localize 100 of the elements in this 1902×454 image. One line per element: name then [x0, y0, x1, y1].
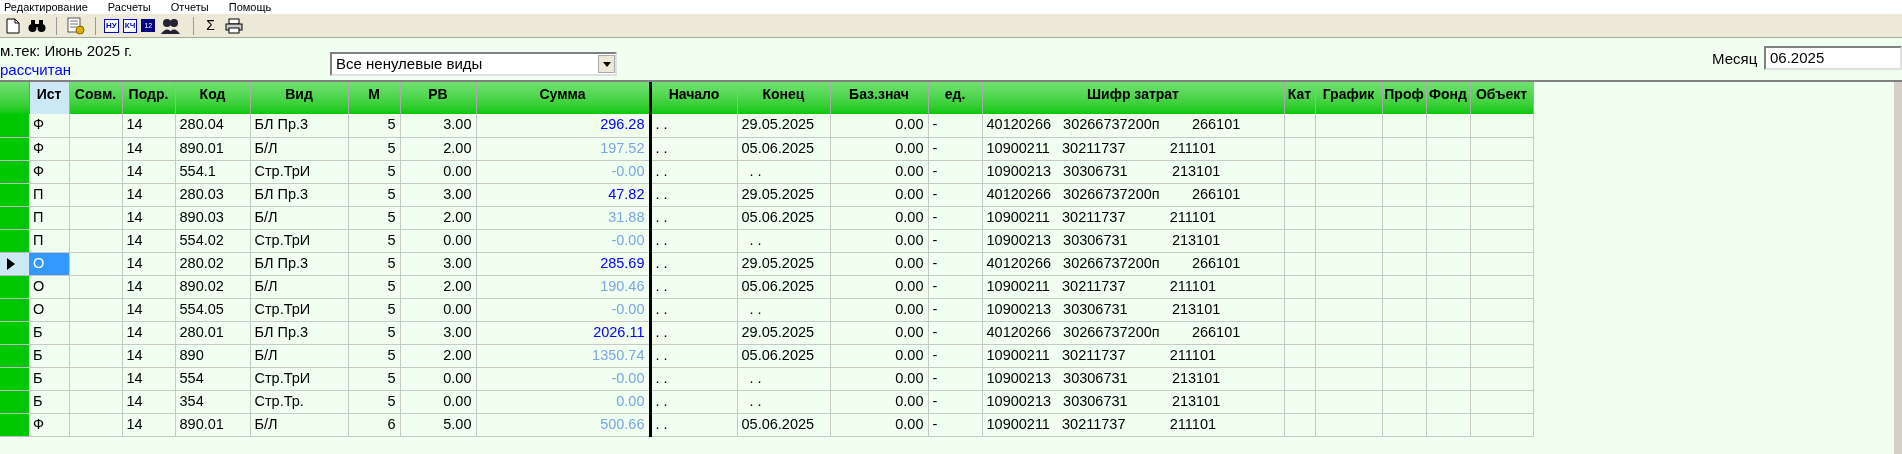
row-indicator[interactable] — [0, 252, 29, 275]
table-cell: 14 — [122, 390, 175, 413]
table-cell: Б — [29, 390, 69, 413]
table-cell: . . — [650, 183, 737, 206]
table-cell: . . — [650, 390, 737, 413]
table-cell: 5 — [348, 160, 400, 183]
table-cell: 890.01 — [175, 137, 250, 160]
table-cell: - — [928, 321, 982, 344]
table-cell: - — [928, 183, 982, 206]
table-cell: 05.06.2025 — [737, 137, 830, 160]
table-cell: - — [928, 367, 982, 390]
table-cell: 3.00 — [400, 252, 476, 275]
column-header[interactable]: Начало — [650, 82, 737, 114]
gear-document-icon[interactable] — [65, 16, 87, 35]
toolbar-button[interactable]: НУ — [104, 18, 119, 33]
table-cell: 5 — [348, 275, 400, 298]
sum-button[interactable]: Σ — [202, 15, 219, 36]
menu-item[interactable]: Редактирование — [4, 1, 88, 13]
table-cell: 5 — [348, 183, 400, 206]
column-header[interactable]: Подр. — [122, 82, 175, 114]
table-cell: 05.06.2025 — [737, 206, 830, 229]
table-cell: Б/Л — [250, 206, 348, 229]
column-header[interactable]: Фонд — [1426, 82, 1470, 114]
table-cell: . . — [650, 229, 737, 252]
column-header[interactable]: Кат — [1284, 82, 1315, 114]
toolbar-button[interactable]: КЧ — [122, 18, 138, 33]
column-header[interactable]: График — [1315, 82, 1382, 114]
table-cell: 5 — [348, 321, 400, 344]
table-cell: 2.00 — [400, 137, 476, 160]
month-field[interactable]: 06.2025 — [1764, 46, 1902, 70]
column-header[interactable]: Вид — [250, 82, 348, 114]
column-header[interactable]: Сумма — [476, 82, 650, 114]
column-header[interactable]: РВ — [400, 82, 476, 114]
table-cell: 890.03 — [175, 206, 250, 229]
column-header[interactable]: М — [348, 82, 400, 114]
table-cell: 190.46 — [476, 275, 650, 298]
table-cell: 14 — [122, 321, 175, 344]
table-cell: 0.00 — [400, 390, 476, 413]
filter-dropdown[interactable]: Все ненулевые виды — [330, 52, 617, 76]
column-header[interactable]: Конец — [737, 82, 830, 114]
table-cell: - — [928, 344, 982, 367]
table-cell: 14 — [122, 229, 175, 252]
menu-item[interactable]: Расчеты — [107, 1, 151, 13]
table-cell: БЛ Пр.3 — [250, 183, 348, 206]
column-header[interactable]: Шифр затрат — [982, 82, 1284, 114]
table-cell: 280.01 — [175, 321, 250, 344]
table-cell: П — [29, 183, 69, 206]
new-document-icon[interactable] — [4, 17, 22, 34]
table-cell: 1350.74 — [476, 344, 650, 367]
table-cell: . . — [650, 252, 737, 275]
table-cell: 14 — [122, 160, 175, 183]
column-header[interactable]: ед. — [928, 82, 982, 114]
table-cell: 14 — [122, 275, 175, 298]
table-cell: Б/Л — [250, 344, 348, 367]
column-header[interactable]: Совм. — [69, 82, 122, 114]
binoculars-icon[interactable] — [26, 18, 48, 33]
table-cell: 14 — [122, 114, 175, 137]
column-header[interactable]: Баз.знач — [830, 82, 928, 114]
table-cell: 10900211 30211737 211101 — [982, 413, 1284, 436]
table-cell: 29.05.2025 — [737, 114, 830, 137]
table-cell: 10900213 30306731 213101 — [982, 229, 1284, 252]
column-header[interactable]: Код — [175, 82, 250, 114]
table-cell: 5.00 — [400, 413, 476, 436]
table-cell: 0.00 — [830, 298, 928, 321]
table-cell: - — [928, 160, 982, 183]
table-cell: 890.02 — [175, 275, 250, 298]
table-cell: 5 — [348, 344, 400, 367]
table-cell: 40120266 30266737200п 266101 — [982, 252, 1284, 275]
menu-item[interactable]: Отчеты — [170, 1, 209, 13]
table-cell: 280.04 — [175, 114, 250, 137]
table-cell: - — [928, 252, 982, 275]
menu-item[interactable]: Помощь — [228, 1, 272, 13]
table-cell: . . — [650, 137, 737, 160]
table-cell: 0.00 — [476, 390, 650, 413]
table-cell: Стр.ТрИ — [250, 367, 348, 390]
table-cell: 0.00 — [830, 137, 928, 160]
table-cell: . . — [650, 321, 737, 344]
table-cell: 3.00 — [400, 183, 476, 206]
table-cell: 0.00 — [830, 206, 928, 229]
table-cell: Стр.ТрИ — [250, 160, 348, 183]
column-header[interactable]: Проф — [1382, 82, 1426, 114]
table-cell: Ф — [29, 137, 69, 160]
table-cell: - — [928, 229, 982, 252]
table-cell: . . — [650, 160, 737, 183]
table-cell: 280.02 — [175, 252, 250, 275]
table-cell: . . — [650, 344, 737, 367]
column-header[interactable]: Объект — [1470, 82, 1533, 114]
table-cell: П — [29, 229, 69, 252]
table-cell: -0.00 — [476, 229, 650, 252]
column-header[interactable]: Ист — [29, 82, 69, 114]
scrollbar[interactable] — [1894, 82, 1902, 454]
table-cell: 10900211 30211737 211101 — [982, 275, 1284, 298]
table-cell: 10900211 30211737 211101 — [982, 137, 1284, 160]
table-cell: 5 — [348, 252, 400, 275]
table-cell: 0.00 — [830, 275, 928, 298]
table-cell: . . — [650, 413, 737, 436]
printer-icon[interactable] — [222, 17, 245, 34]
table-cell: 10900211 30211737 211101 — [982, 344, 1284, 367]
row-pointer-icon — [7, 257, 15, 270]
table-cell: 3.00 — [400, 114, 476, 137]
